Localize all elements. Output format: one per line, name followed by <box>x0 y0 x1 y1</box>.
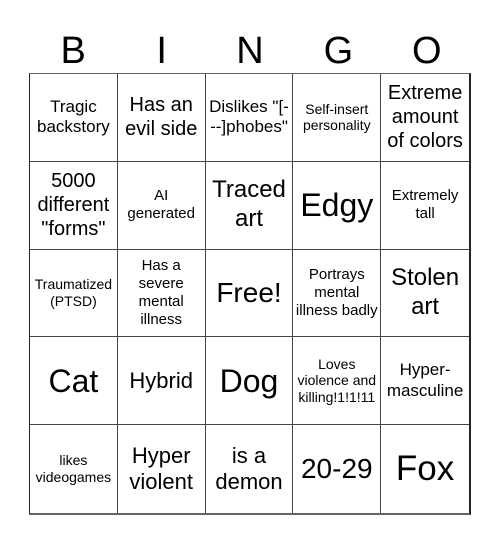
bingo-cell[interactable]: Edgy <box>293 161 382 250</box>
header-letter-i: I <box>156 30 167 72</box>
bingo-cell[interactable]: Has a severe mental illness <box>117 249 206 338</box>
bingo-cell[interactable]: Dislikes "[---]phobes" <box>205 74 294 162</box>
bingo-cell[interactable]: Traced art <box>205 161 294 250</box>
bingo-cell[interactable]: Extreme amount of colors <box>381 74 469 162</box>
header-letter-n: N <box>236 30 264 72</box>
bingo-cell[interactable]: Has an evil side <box>117 74 206 162</box>
bingo-cell[interactable]: likes videogames <box>30 425 118 513</box>
header-letter-b: B <box>60 30 86 72</box>
bingo-cell[interactable]: Extremely tall <box>381 162 469 250</box>
bingo-cell[interactable]: Fox <box>381 425 469 513</box>
header-letter-o: O <box>412 30 442 72</box>
bingo-cell[interactable]: Hyper-masculine <box>381 337 469 426</box>
bingo-cell[interactable]: Hybrid <box>117 337 206 426</box>
bingo-cell[interactable]: Loves violence and killing!1!1!11 <box>293 337 382 426</box>
bingo-cell[interactable]: Traumatized (PTSD) <box>30 249 118 338</box>
header-letter-g: G <box>323 30 354 72</box>
bingo-card: Tragic backstory Has an evil side Dislik… <box>29 73 471 515</box>
bingo-cell[interactable]: 20-29 <box>293 425 382 513</box>
bingo-cell[interactable]: Dog <box>205 337 294 426</box>
bingo-cell[interactable]: Portrays mental illness badly <box>293 249 382 338</box>
bingo-cell[interactable]: is a demon <box>206 425 294 513</box>
bingo-cell[interactable]: Stolen art <box>381 250 469 338</box>
bingo-cell-free[interactable]: Free! <box>205 249 294 338</box>
bingo-cell[interactable]: Cat <box>30 337 118 426</box>
bingo-cell[interactable]: AI generated <box>117 161 206 250</box>
bingo-cell[interactable]: Tragic backstory <box>30 74 118 162</box>
bingo-cell[interactable]: 5000 different "forms" <box>30 161 118 250</box>
bingo-cell[interactable]: Hyper violent <box>118 425 206 513</box>
bingo-header: B I N G O <box>29 30 471 72</box>
bingo-cell[interactable]: Self-insert personality <box>293 74 382 162</box>
